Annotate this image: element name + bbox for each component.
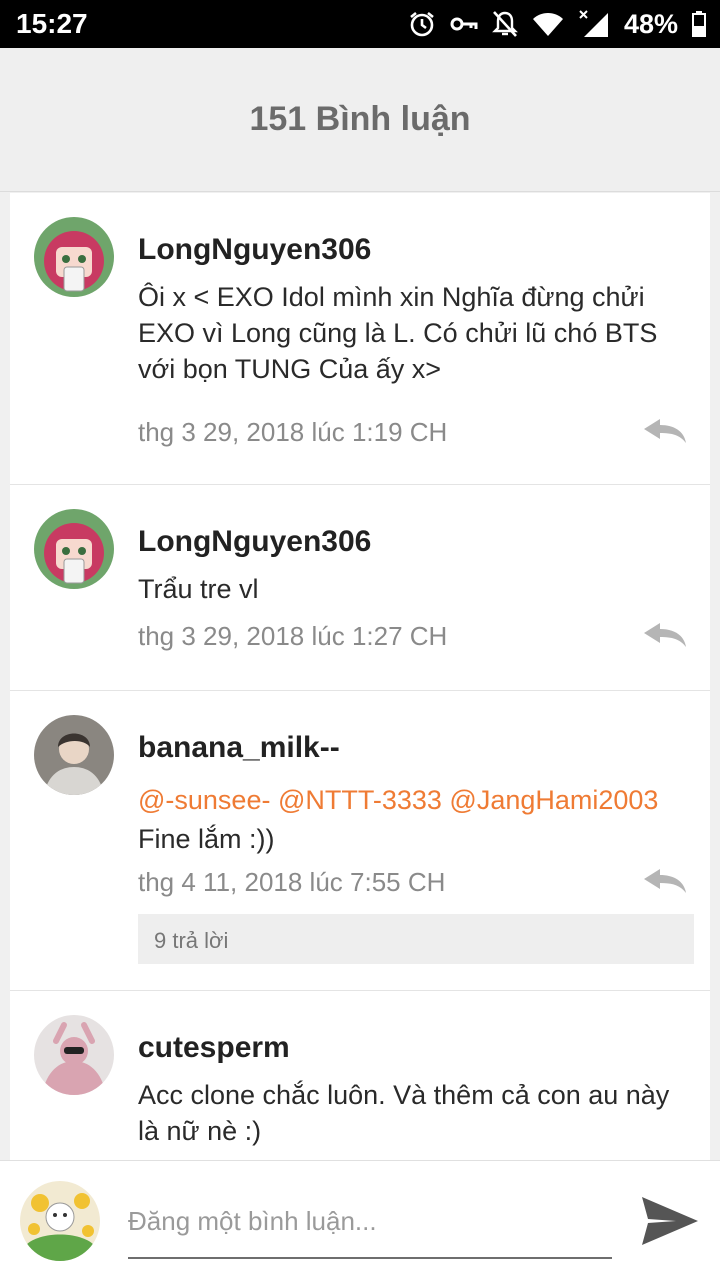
comment-item: LongNguyen306 Ôi x < EXO Idol mình xin N… [10,193,710,485]
view-replies-button[interactable]: 9 trả lời [138,914,694,964]
wifi-icon [532,13,563,36]
page-title: 151 Bình luận [249,100,471,138]
comments-header: 151 Bình luận [0,48,720,192]
comment-list[interactable]: LongNguyen306 Ôi x < EXO Idol mình xin N… [10,193,710,1160]
status-bar: 15:27 48% [0,0,720,48]
status-time: 15:27 [16,8,88,39]
comment-text: Trẩu tre vl [138,574,259,604]
status-icons: 48% [408,6,706,42]
reply-icon[interactable] [642,621,688,649]
pink-hoodie-avatar[interactable] [34,1015,114,1095]
comment-timestamp: thg 3 29, 2018 lúc 1:19 CH [138,417,448,447]
comment-body: cutesperm Acc clone chắc luôn. Và thêm c… [138,1031,694,1149]
comment-username[interactable]: cutesperm [138,1031,694,1065]
send-icon[interactable] [640,1193,700,1249]
comment-item: LongNguyen306 Trẩu tre vl thg 3 29, 2018… [10,485,710,691]
battery-icon [692,11,706,37]
comment-composer [0,1160,720,1280]
anime-girl-avatar[interactable] [34,217,114,297]
comment-username[interactable]: LongNguyen306 [138,233,694,267]
person-photo-avatar[interactable] [34,715,114,795]
flower-cat-avatar[interactable] [20,1181,100,1261]
comment-text: Fine lắm :)) [138,824,275,854]
comment-username[interactable]: LongNguyen306 [138,525,694,559]
reply-icon[interactable] [642,417,688,445]
vpn-key-icon [450,17,478,31]
reply-icon[interactable] [642,867,688,895]
comment-text: Ôi x < EXO Idol mình xin Nghĩa đừng chửi… [138,282,658,384]
notifications-off-icon [492,11,518,37]
comment-body: LongNguyen306 Ôi x < EXO Idol mình xin N… [138,233,694,387]
comment-body: LongNguyen306 Trẩu tre vl [138,525,694,607]
comment-timestamp: thg 3 29, 2018 lúc 1:27 CH [138,621,448,651]
cell-signal-icon [579,10,608,37]
alarm-icon [410,11,434,37]
comment-mentions[interactable]: @-sunsee- @NTTT-3333 @JangHami2003 [138,779,694,821]
comment-text: Acc clone chắc luôn. Và thêm cả con au n… [138,1080,670,1146]
battery-percent: 48% [623,8,678,39]
comment-item: banana_milk-- @-sunsee- @NTTT-3333 @Jang… [10,691,710,991]
comment-body: banana_milk-- @-sunsee- @NTTT-3333 @Jang… [138,731,694,857]
comment-input[interactable] [128,1197,612,1259]
comment-item: cutesperm Acc clone chắc luôn. Và thêm c… [10,991,710,1160]
replies-count: 9 trả lời [154,928,229,953]
comment-timestamp: thg 4 11, 2018 lúc 7:55 CH [138,867,446,897]
comment-username[interactable]: banana_milk-- [138,731,694,765]
anime-girl-avatar[interactable] [34,509,114,589]
